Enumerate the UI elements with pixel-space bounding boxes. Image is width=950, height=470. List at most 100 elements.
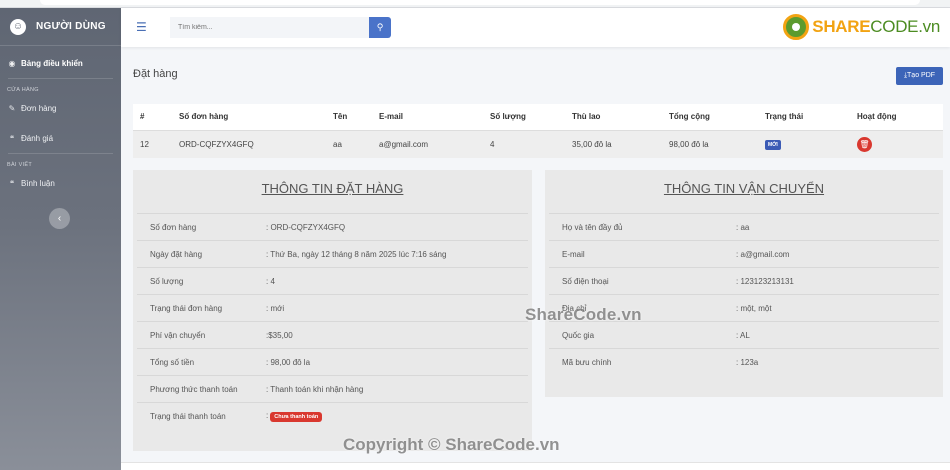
- sidebar-section-posts: BÀI VIẾT: [7, 162, 33, 168]
- col-index: #: [140, 112, 145, 122]
- info-row: Ngày đặt hàng : Thứ Ba, ngày 12 tháng 8 n…: [137, 240, 528, 267]
- cell-quantity: 4: [483, 129, 565, 158]
- info-row: Họ và tên đầy đủ: aa: [549, 213, 939, 240]
- comments-icon: ❝: [9, 133, 15, 143]
- info-row: Tổng số tiền : 98,00 đô la: [137, 348, 528, 375]
- info-value: : Thanh toán khi nhận hàng: [266, 384, 364, 394]
- pencil-icon: ✎: [8, 103, 16, 113]
- cell-fee: 35,00 đô la: [565, 129, 662, 158]
- copyright-watermark: Copyright © ShareCode.vn: [343, 435, 560, 454]
- page-title: Đặt hàng: [133, 68, 178, 80]
- sidebar-section-store: CỬA HÀNG: [7, 87, 39, 93]
- create-pdf-button[interactable]: ⤓Tạo PDF: [896, 67, 943, 85]
- logo-text: SHARECODE.vn: [812, 17, 940, 37]
- info-label: Quốc gia: [562, 330, 595, 340]
- logo-code: CODE.vn: [870, 17, 940, 36]
- info-label: Phí vận chuyển: [150, 330, 206, 340]
- top-navbar: ☰ ⚲ SHARECODE.vn: [121, 8, 950, 47]
- cell-order-no: ORD-CQFZYX4GFQ: [172, 129, 326, 158]
- info-label: Phương thức thanh toán: [150, 384, 238, 394]
- page-header: Đặt hàng ⤓Tạo PDF: [121, 58, 950, 92]
- sidebar-item-comments[interactable]: ❝ Bình luận: [0, 172, 121, 194]
- status-badge: MỚI: [765, 139, 781, 150]
- sidebar-item-label: Đơn hàng: [21, 103, 57, 113]
- info-label: Số lượng: [150, 276, 184, 286]
- dashboard-icon: ◉: [8, 58, 16, 68]
- order-info-title: THÔNG TIN ĐẶT HÀNG: [261, 181, 404, 196]
- sidebar-item-reviews[interactable]: ❝ Đánh giá: [0, 127, 121, 149]
- info-value: : 123a: [736, 357, 759, 367]
- smile-logo-icon: ☺: [10, 18, 26, 35]
- info-label: Tổng số tiền: [150, 357, 195, 367]
- hamburger-menu-icon[interactable]: ☰: [136, 20, 147, 34]
- info-label: Trạng thái đơn hàng: [150, 303, 223, 313]
- info-value: : 4: [266, 276, 275, 286]
- cell-total: 98,00 đô la: [662, 129, 758, 158]
- info-value: : AL: [736, 330, 750, 340]
- info-colon: :: [266, 410, 269, 420]
- info-row: Trạng thái đơn hàng : mới: [137, 294, 528, 321]
- sidebar-item-orders[interactable]: ✎ Đơn hàng: [0, 97, 121, 119]
- col-actions: Hoạt động: [857, 112, 897, 122]
- sidebar-item-label: Đánh giá: [21, 133, 54, 143]
- info-label: Họ và tên đầy đủ: [562, 222, 623, 232]
- watermark: ShareCode.vn: [525, 305, 642, 324]
- table-header-row: # Số đơn hàng Tên E-mail Số lượng Thù la…: [133, 104, 943, 130]
- trash-icon[interactable]: 🗑: [857, 136, 872, 152]
- info-value: : a@gmail.com: [736, 249, 790, 259]
- info-row: Phí vận chuyển:$35,00: [137, 321, 528, 348]
- sidebar-brand[interactable]: ☺ NGƯỜI DÙNG: [0, 8, 121, 46]
- info-label: E-mail: [562, 249, 585, 259]
- search-icon: ⚲: [376, 22, 384, 32]
- search-input[interactable]: [170, 17, 370, 38]
- info-label: Mã bưu chính: [562, 357, 612, 367]
- browser-tab: [40, 0, 920, 5]
- shipping-info-title: THÔNG TIN VẬN CHUYỂN: [663, 181, 825, 196]
- info-label: Trạng thái thanh toán: [150, 411, 226, 421]
- search-button[interactable]: ⚲: [369, 17, 391, 38]
- cell-index: 12: [133, 129, 172, 158]
- sidebar-item-dashboard[interactable]: ◉ Bảng điều khiển: [0, 52, 121, 74]
- info-label: Số đơn hàng: [150, 222, 197, 232]
- info-value: : ORD-CQFZYX4GFQ: [266, 222, 346, 232]
- info-value: : 123123213131: [736, 276, 794, 286]
- sidebar-item-label: Bình luận: [21, 178, 55, 188]
- info-row: Quốc gia : AL: [549, 321, 939, 348]
- info-value: : 98,00 đô la: [266, 357, 311, 367]
- logo-share: SHARE: [812, 17, 871, 36]
- info-row: Số điện thoại : 123123213131: [549, 267, 939, 294]
- table-row: 12 ORD-CQFZYX4GFQ aa a@gmail.com 4 35,00…: [133, 129, 943, 158]
- info-value: : Chưa thanh toán: [266, 411, 528, 422]
- shipping-info-panel: THÔNG TIN VẬN CHUYỂN Họ và tên đầy đủ: a…: [545, 170, 943, 397]
- browser-tab-strip: [0, 0, 950, 8]
- info-row: Số lượng : 4: [137, 267, 528, 294]
- sidebar: ☺ NGƯỜI DÙNG ◉ Bảng điều khiển CỬA HÀNG …: [0, 8, 121, 470]
- info-row: Phương thức thanh toán : Thanh toán khi n…: [137, 375, 528, 402]
- col-order-no: Số đơn hàng: [179, 112, 229, 122]
- col-quantity: Số lượng: [490, 112, 526, 122]
- info-value: : mới: [266, 303, 285, 313]
- order-info-panel: THÔNG TIN ĐẶT HÀNG Số đơn hàng : ORD-CQFZ…: [133, 170, 532, 451]
- col-fee: Thù lao: [572, 112, 601, 122]
- info-label: Ngày đặt hàng: [150, 249, 203, 259]
- comments-icon: ❝: [9, 178, 15, 188]
- sharecode-logo-icon: [783, 14, 810, 40]
- sharecode-logo: SHARECODE.vn: [783, 14, 940, 40]
- cell-email: a@gmail.com: [372, 129, 483, 158]
- chevron-left-icon[interactable]: ‹: [49, 208, 70, 229]
- col-total: Tổng cộng: [669, 112, 710, 122]
- info-label: Số điện thoại: [562, 276, 609, 286]
- info-row: Mã bưu chính : 123a: [549, 348, 939, 375]
- orders-table: # Số đơn hàng Tên E-mail Số lượng Thù la…: [133, 104, 943, 158]
- cell-actions: 🗑: [850, 129, 943, 158]
- cell-status: MỚI: [758, 129, 850, 158]
- col-email: E-mail: [379, 112, 404, 122]
- cell-name: aa: [326, 129, 372, 158]
- sidebar-divider: [8, 153, 113, 154]
- info-value: : Thứ Ba, ngày 12 tháng 8 năm 2025 lúc 7…: [266, 249, 447, 259]
- info-row: E-mail : a@gmail.com: [549, 240, 939, 267]
- payment-status-badge: Chưa thanh toán: [270, 411, 323, 422]
- sidebar-divider: [8, 78, 113, 79]
- info-row: Số đơn hàng : ORD-CQFZYX4GFQ: [137, 213, 528, 240]
- info-row: Trạng thái thanh toán: Chưa thanh toán: [137, 402, 528, 429]
